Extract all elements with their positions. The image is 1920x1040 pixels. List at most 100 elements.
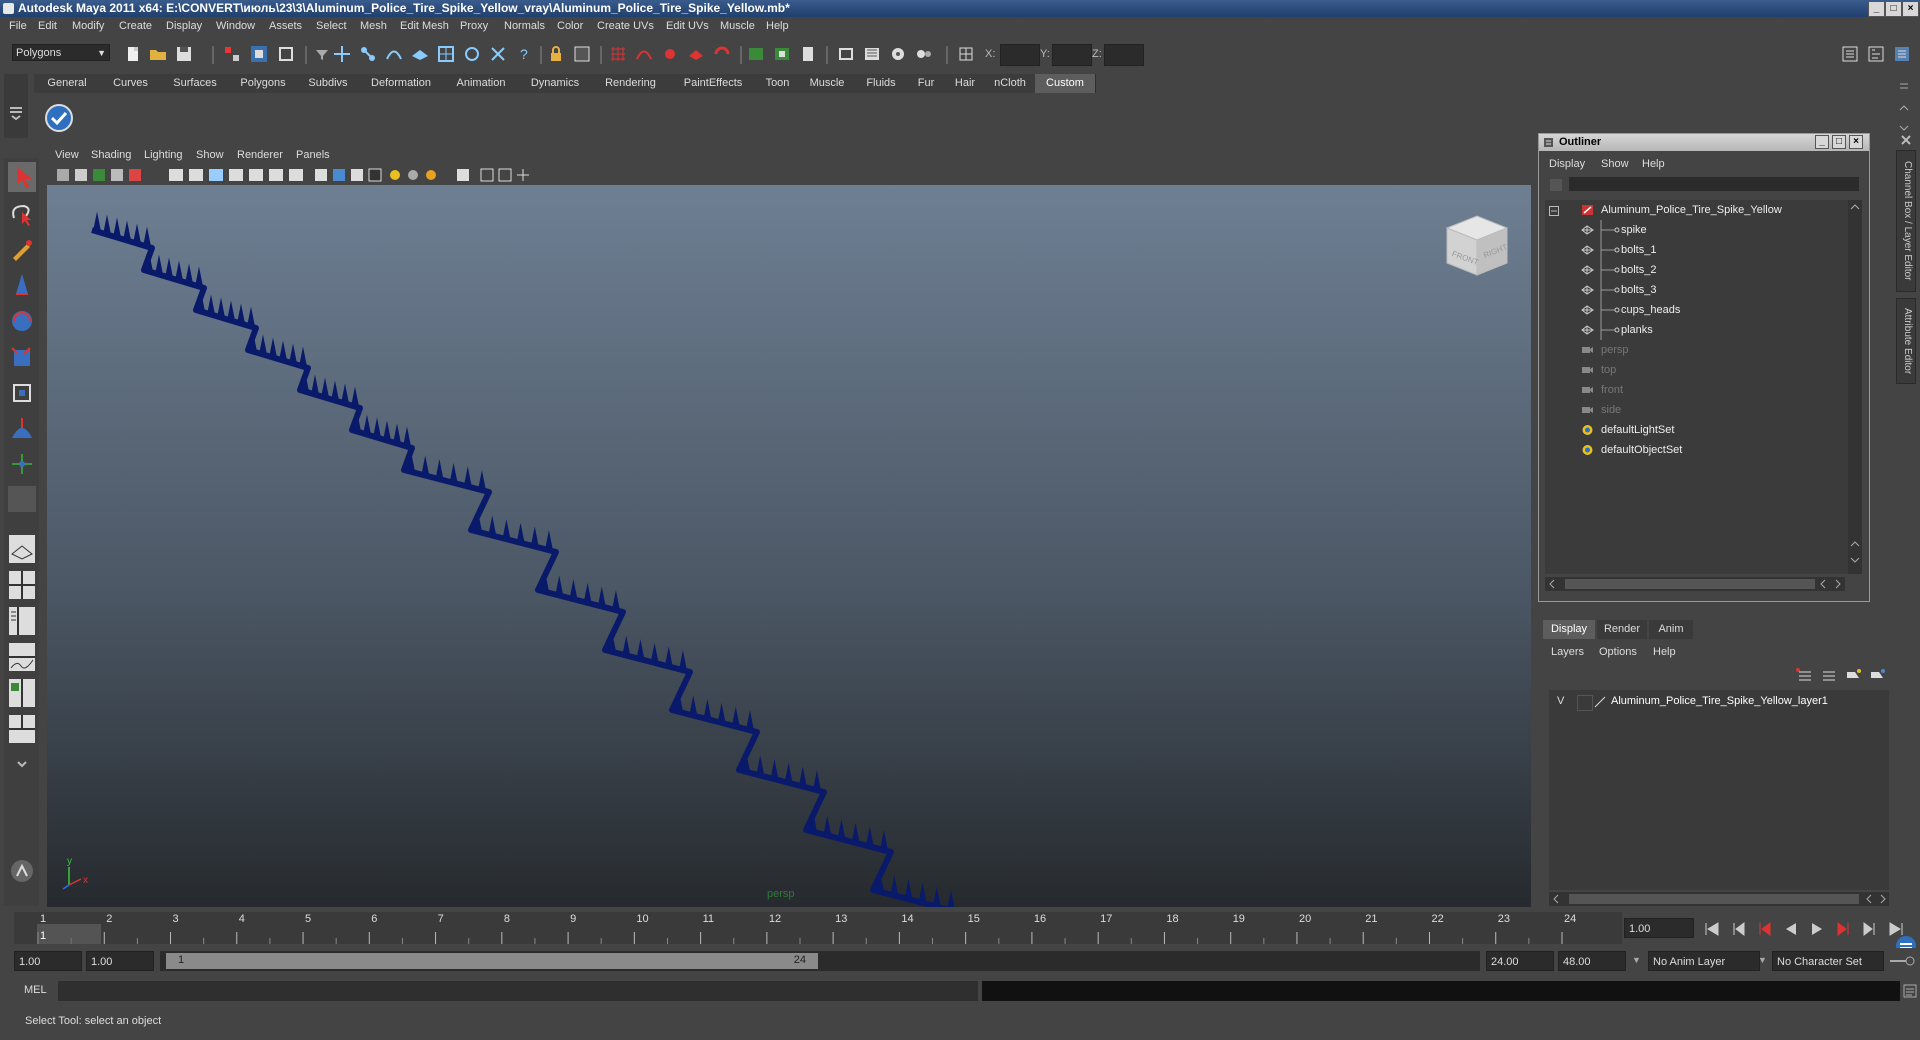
output-ops-icon[interactable] (772, 44, 792, 64)
filter-icon[interactable] (312, 44, 332, 64)
save-scene-icon[interactable] (174, 44, 194, 64)
script-editor-icon[interactable] (1902, 983, 1918, 999)
layer-horizontal-scrollbar[interactable] (1549, 892, 1889, 906)
select-surfaces-icon[interactable] (410, 44, 430, 64)
menu-create-uvs[interactable]: Create UVs (597, 17, 654, 36)
outliner-item[interactable]: spike (1545, 220, 1845, 240)
select-joints-icon[interactable] (358, 44, 378, 64)
snap-to-points-icon[interactable] (660, 44, 680, 64)
current-frame-marker[interactable] (37, 924, 101, 944)
viewport-menu-panels[interactable]: Panels (296, 149, 330, 161)
step-forward-key-icon[interactable] (1863, 922, 1875, 936)
viewport-menu-lighting[interactable]: Lighting (144, 149, 183, 161)
step-forward-frame-icon[interactable] (1837, 922, 1849, 936)
outliner-item[interactable]: cups_heads (1545, 300, 1845, 320)
show-channel-box-icon[interactable] (1892, 44, 1912, 64)
last-used-tool-slot[interactable] (8, 486, 36, 512)
tab-dynamics[interactable]: Dynamics (519, 74, 592, 93)
tab-channel-box-layer-editor[interactable]: Channel Box / Layer Editor (1896, 150, 1916, 292)
lasso-tool-icon[interactable] (8, 198, 36, 228)
make-live-icon[interactable] (712, 44, 732, 64)
menu-proxy[interactable]: Proxy (460, 17, 488, 36)
anim-layer-dropdown[interactable]: No Anim Layer (1648, 951, 1760, 971)
show-tool-settings-icon[interactable] (1866, 44, 1886, 64)
outliner-filter-icon[interactable] (1549, 178, 1563, 192)
tab-painteffects[interactable]: PaintEffects (670, 74, 757, 93)
shelf-collapse-strip[interactable] (4, 74, 28, 138)
show-manipulator-icon[interactable] (8, 450, 36, 480)
menu-help[interactable]: Help (766, 17, 789, 36)
outliner-menu-display[interactable]: Display (1549, 158, 1585, 170)
minimize-button[interactable]: _ (1868, 1, 1885, 17)
perspective-viewport[interactable]: FRONT RIGHT y x persp (47, 185, 1531, 907)
character-set-chevron-icon[interactable]: ▼ (1758, 955, 1767, 965)
menu-edit-uvs[interactable]: Edit UVs (666, 17, 709, 36)
shelf-scroll-icon[interactable] (1896, 78, 1912, 136)
new-scene-icon[interactable] (123, 44, 143, 64)
persp-graph-layout-icon[interactable] (8, 642, 36, 672)
character-set-dropdown[interactable]: No Character Set (1772, 951, 1884, 971)
layout-options-icon[interactable] (8, 750, 36, 780)
select-by-object-icon[interactable] (249, 44, 269, 64)
layer-tab-display[interactable]: Display (1543, 620, 1595, 639)
outliner-item[interactable]: front (1545, 380, 1845, 400)
playback-start-field[interactable]: 1.00 (86, 951, 154, 971)
menu-color[interactable]: Color (557, 17, 583, 36)
tab-general[interactable]: General (34, 74, 101, 93)
maximize-button[interactable]: □ (1885, 1, 1902, 17)
menu-modify[interactable]: Modify (72, 17, 104, 36)
outliner-item[interactable]: defaultLightSet (1545, 420, 1845, 440)
layer-color-swatch-icon[interactable] (1593, 695, 1607, 709)
animation-start-field[interactable]: 1.00 (14, 951, 82, 971)
layer-playback-toggle[interactable] (1577, 695, 1593, 711)
step-back-frame-icon[interactable] (1759, 922, 1771, 936)
four-view-layout-icon[interactable] (8, 570, 36, 600)
menu-select[interactable]: Select (316, 17, 347, 36)
anim-layer-chevron-icon[interactable]: ▼ (1632, 955, 1641, 965)
lock-selection-icon[interactable] (546, 44, 566, 64)
tab-surfaces[interactable]: Surfaces (161, 74, 230, 93)
outliner-item[interactable]: bolts_2 (1545, 260, 1845, 280)
outliner-menu-show[interactable]: Show (1601, 158, 1629, 170)
y-field[interactable] (1052, 44, 1092, 66)
time-slider-ruler[interactable]: 1 2 3 4 5 6 7 8 9 10 11 12 13 14 15 16 17 18 19 20 21 22 23 241 (14, 912, 1622, 944)
layer-tab-anim[interactable]: Anim (1649, 620, 1693, 639)
tab-rendering[interactable]: Rendering (591, 74, 671, 93)
hypershade-persp-layout-icon[interactable] (8, 678, 36, 708)
layer-menu-options[interactable]: Options (1599, 646, 1637, 658)
tire-spike-model[interactable] (47, 185, 1531, 907)
outliner-maximize-button[interactable]: □ (1832, 135, 1846, 149)
snap-to-curves-icon[interactable] (634, 44, 654, 64)
outliner-item[interactable]: Aluminum_Police_Tire_Spike_Yellow (1545, 200, 1845, 220)
select-curves-icon[interactable] (384, 44, 404, 64)
layer-menu-help[interactable]: Help (1653, 646, 1676, 658)
snap-to-view-planes-icon[interactable] (686, 44, 706, 64)
tab-ncloth[interactable]: nCloth (985, 74, 1036, 93)
time-slider[interactable]: 1 2 3 4 5 6 7 8 9 10 11 12 13 14 15 16 17 18 19 20 21 22 23 24 1 (14, 912, 1622, 944)
close-button[interactable]: × (1902, 1, 1919, 17)
view-cube[interactable]: FRONT RIGHT (1442, 210, 1512, 285)
select-misc-icon[interactable]: ? (514, 44, 534, 64)
show-attribute-editor-icon[interactable] (1840, 44, 1860, 64)
layer-action-icons[interactable] (1795, 666, 1891, 684)
outliner-minimize-button[interactable]: _ (1815, 135, 1829, 149)
outliner-menu-help[interactable]: Help (1642, 158, 1665, 170)
outliner-item[interactable]: top (1545, 360, 1845, 380)
tire-spike-strip[interactable] (91, 211, 1092, 908)
menu-edit-mesh[interactable]: Edit Mesh (400, 17, 449, 36)
select-by-hierarchy-icon[interactable] (222, 44, 242, 64)
play-backward-icon[interactable] (1786, 923, 1796, 935)
playback-end-field[interactable]: 24.00 (1486, 951, 1554, 971)
viewport-menu-shading[interactable]: Shading (91, 149, 131, 161)
universal-manipulator-icon[interactable] (8, 378, 36, 408)
shading-mode-icons[interactable] (169, 167, 329, 183)
hotbox-icon[interactable] (8, 856, 36, 886)
layer-row[interactable]: V Aluminum_Police_Tire_Spike_Yellow_laye… (1549, 692, 1889, 712)
select-by-component-icon[interactable] (276, 44, 296, 64)
menu-muscle[interactable]: Muscle (720, 17, 755, 36)
hypershade-icon[interactable] (914, 44, 934, 64)
tab-subdivs[interactable]: Subdivs (297, 74, 360, 93)
outliner-vertical-scrollbar[interactable] (1848, 200, 1862, 574)
outliner-item[interactable]: bolts_3 (1545, 280, 1845, 300)
menu-window[interactable]: Window (216, 17, 255, 36)
